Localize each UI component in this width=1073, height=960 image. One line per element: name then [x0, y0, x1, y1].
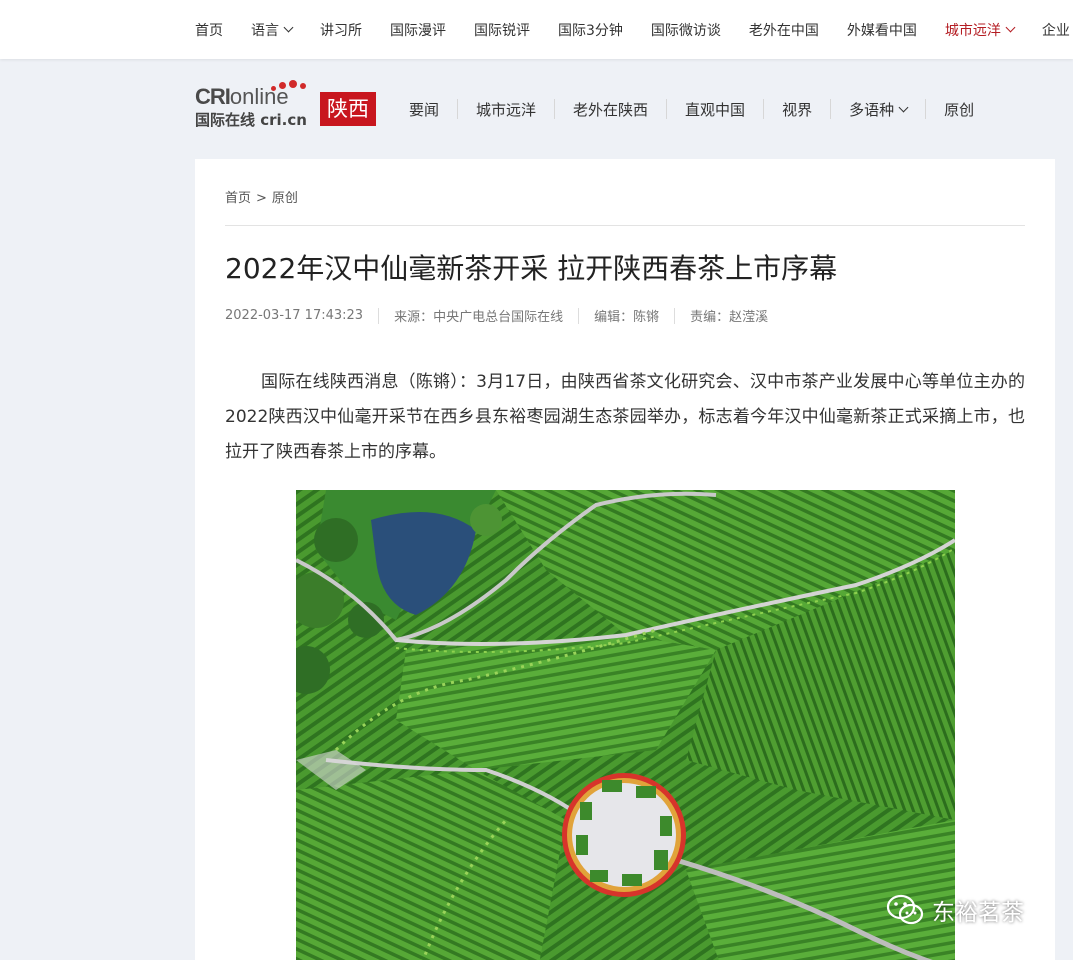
- breadcrumb: 首页 > 原创: [225, 187, 298, 206]
- tea-garden-aerial-image: [296, 490, 955, 960]
- channel-nav-label: 视界: [782, 100, 813, 119]
- meta-divider: [378, 307, 380, 324]
- channel-nav-item-vision[interactable]: 视界: [764, 99, 830, 120]
- wechat-icon: [886, 894, 924, 926]
- channel-nav-label: 城市远洋: [476, 100, 537, 119]
- top-nav-item-lecture[interactable]: 讲习所: [320, 20, 362, 40]
- article-photo[interactable]: [296, 490, 955, 960]
- channel-nav-item-city[interactable]: 城市远洋: [458, 99, 554, 120]
- top-nav-item-commentary[interactable]: 国际锐评: [474, 20, 530, 40]
- top-nav-label: 首页: [195, 22, 223, 39]
- top-nav-item-enterprise[interactable]: 企业: [1042, 20, 1070, 40]
- article-editor: 编辑：陈锵: [594, 310, 660, 325]
- top-nav-item-foreigners[interactable]: 老外在中国: [749, 20, 819, 40]
- top-nav-item-city[interactable]: 城市远洋: [944, 20, 1016, 40]
- top-nav-item-3min[interactable]: 国际3分钟: [558, 20, 623, 40]
- article-title: 2022年汉中仙毫新茶开采 拉开陕西春茶上市序幕: [225, 252, 838, 285]
- breadcrumb-divider: [225, 225, 1025, 226]
- top-nav-label: 国际漫评: [390, 22, 446, 39]
- channel-nav-label: 直观中国: [685, 100, 746, 119]
- site-logo[interactable]: CRIonline 国际在线 cri.cn 陕西: [195, 80, 380, 130]
- logo-wordmark: CRIonline: [195, 84, 289, 109]
- breadcrumb-separator: >: [256, 191, 267, 206]
- article-paragraph: 国际在线陕西消息（陈锵）：3月17日，由陕西省茶文化研究会、汉中市茶产业发展中心…: [225, 372, 1025, 462]
- watermark-text: 东裕茗茶: [932, 900, 1024, 926]
- channel-nav-label: 老外在陕西: [573, 100, 649, 119]
- chevron-down-icon: [283, 22, 294, 33]
- chevron-down-icon: [1005, 22, 1016, 33]
- top-nav-item-language[interactable]: 语言: [251, 20, 294, 40]
- top-nav-label: 城市远洋: [944, 22, 1001, 39]
- meta-divider: [674, 307, 676, 324]
- top-nav-label: 国际微访谈: [650, 22, 721, 39]
- channel-nav-item-news[interactable]: 要闻: [391, 99, 457, 120]
- channel-nav-item-languages[interactable]: 多语种: [831, 99, 925, 120]
- article-card: 首页 > 原创 2022年汉中仙毫新茶开采 拉开陕西春茶上市序幕 2022-03-1…: [195, 159, 1055, 960]
- channel-nav-label: 原创: [944, 100, 975, 119]
- breadcrumb-home[interactable]: 首页: [225, 191, 251, 206]
- channel-nav-label: 要闻: [409, 100, 440, 119]
- top-nav-item-foreign-media[interactable]: 外媒看中国: [847, 20, 917, 40]
- article-meta: 2022-03-17 17:43:23 来源：中央广电总台国际在线 编辑：陈锵 …: [225, 306, 768, 325]
- chevron-down-icon: [898, 102, 909, 112]
- article-source: 来源：中央广电总台国际在线: [394, 310, 564, 325]
- channel-nav: 要闻 城市远洋 老外在陕西 直观中国 视界 多语种 原创: [391, 96, 992, 122]
- article-chief-editor: 责编：赵滢溪: [690, 310, 769, 325]
- top-nav-label: 语言: [251, 22, 279, 39]
- top-nav-label: 讲习所: [320, 22, 362, 39]
- wechat-watermark: 东裕茗茶: [886, 893, 1024, 927]
- top-nav-label: 企业: [1041, 22, 1070, 39]
- breadcrumb-current[interactable]: 原创: [272, 191, 298, 206]
- top-nav-label: 国际锐评: [474, 22, 530, 39]
- article-datetime: 2022-03-17 17:43:23: [225, 308, 364, 323]
- channel-badge: 陕西: [320, 92, 376, 126]
- top-nav: 首页 语言 讲习所 国际漫评 国际锐评 国际3分钟 国际微访谈 老外在中国 外媒…: [195, 0, 1073, 59]
- top-nav-item-home[interactable]: 首页: [195, 20, 223, 40]
- channel-nav-item-foreigners[interactable]: 老外在陕西: [555, 99, 666, 120]
- channel-nav-label: 多语种: [849, 100, 895, 119]
- top-nav-bar: 首页 语言 讲习所 国际漫评 国际锐评 国际3分钟 国际微访谈 老外在中国 外媒…: [0, 0, 1073, 59]
- top-nav-item-interview[interactable]: 国际微访谈: [651, 20, 721, 40]
- meta-divider: [578, 307, 580, 324]
- top-nav-label: 外媒看中国: [846, 22, 917, 39]
- top-nav-label: 国际3分钟: [558, 22, 623, 39]
- top-nav-label: 老外在中国: [748, 22, 819, 39]
- logo-subtitle: 国际在线 cri.cn: [195, 111, 307, 129]
- channel-nav-item-china[interactable]: 直观中国: [667, 99, 763, 120]
- channel-nav-item-original[interactable]: 原创: [926, 99, 992, 120]
- top-nav-item-cartoon[interactable]: 国际漫评: [390, 20, 446, 40]
